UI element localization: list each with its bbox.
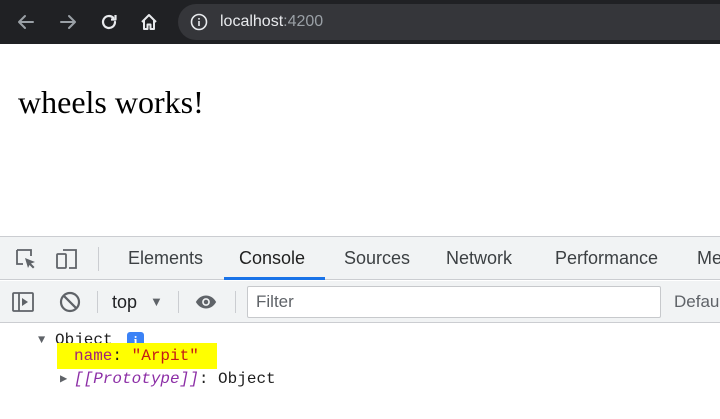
active-tab-indicator — [224, 277, 325, 280]
tab-performance[interactable]: Performance — [555, 237, 658, 280]
forward-arrow-icon[interactable] — [54, 8, 82, 36]
back-arrow-icon[interactable] — [12, 8, 40, 36]
prototype-key: [[Prototype]] — [74, 370, 199, 388]
address-bar[interactable]: localhost:4200 — [178, 4, 720, 40]
property-separator: : — [112, 347, 132, 365]
url-port: :4200 — [283, 13, 324, 30]
expanded-triangle-icon[interactable]: ▼ — [38, 329, 45, 351]
page-heading: wheels works! — [18, 84, 204, 120]
clear-console-icon[interactable] — [58, 290, 82, 314]
chevron-down-icon[interactable]: ▼ — [150, 290, 163, 314]
toolbar-divider — [98, 247, 99, 271]
browser-toolbar: localhost:4200 — [0, 0, 720, 44]
tab-sources[interactable]: Sources — [344, 237, 410, 280]
tab-network[interactable]: Network — [446, 237, 512, 280]
console-toolbar: top ▼ Defau — [0, 281, 720, 323]
prototype-value: Object — [218, 370, 276, 388]
object-property-row[interactable]: name: "Arpit" — [74, 345, 199, 367]
inspect-element-icon[interactable] — [14, 247, 38, 271]
prototype-row[interactable]: [[Prototype]]: Object — [74, 368, 276, 390]
property-key: name — [74, 347, 113, 365]
toolbar-divider — [235, 291, 236, 313]
toolbar-divider — [178, 291, 179, 313]
tab-memory[interactable]: Me — [697, 237, 720, 280]
collapsed-triangle-icon[interactable]: ▶ — [60, 368, 67, 390]
tab-console[interactable]: Console — [239, 237, 305, 280]
toolbar-divider — [97, 291, 98, 313]
sidebar-toggle-icon[interactable] — [11, 290, 35, 314]
tab-elements[interactable]: Elements — [128, 237, 203, 280]
log-levels-dropdown[interactable]: Defau — [674, 290, 719, 314]
reload-icon[interactable] — [95, 8, 123, 36]
property-value: "Arpit" — [131, 347, 199, 365]
devtools-tabbar: Elements Console Sources Network Perform… — [0, 237, 720, 280]
home-icon[interactable] — [135, 8, 163, 36]
device-toggle-icon[interactable] — [55, 247, 79, 271]
url-text[interactable]: localhost:4200 — [220, 13, 323, 31]
context-selector[interactable]: top — [112, 290, 137, 314]
prototype-separator: : — [198, 370, 219, 388]
url-host: localhost — [220, 13, 284, 30]
filter-input[interactable] — [247, 286, 661, 318]
devtools-panel: Elements Console Sources Network Perform… — [0, 236, 720, 419]
info-circle-icon[interactable] — [190, 13, 208, 31]
console-output: ▼ Object i name: "Arpit" ▶ [[Prototype]]… — [0, 324, 720, 419]
eye-icon[interactable] — [194, 290, 218, 314]
